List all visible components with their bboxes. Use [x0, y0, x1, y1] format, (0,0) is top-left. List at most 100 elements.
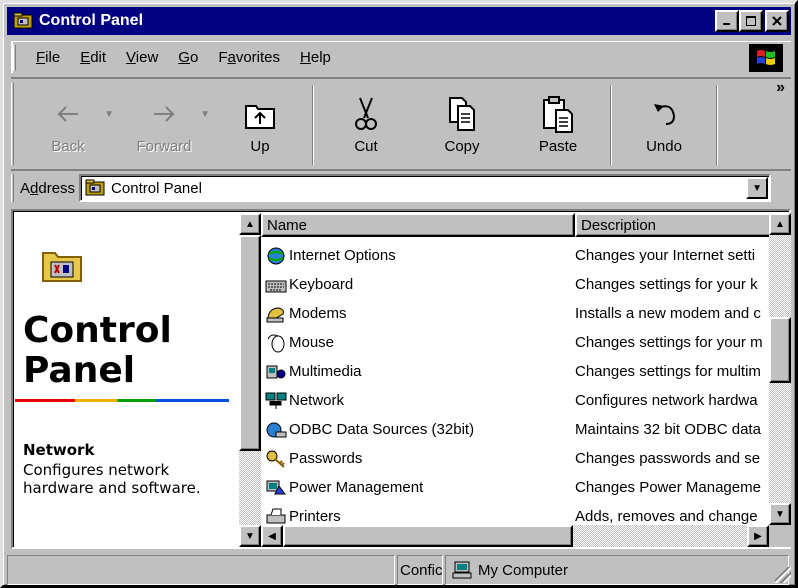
menu-bar: File Edit View Go Favorites Help [11, 41, 791, 73]
list-item-description: Maintains 32 bit ODBC data [575, 421, 761, 438]
menu-edit[interactable]: Edit [70, 49, 116, 66]
list-item[interactable]: Network Configures network hardwa [261, 386, 769, 415]
list-item[interactable]: Multimedia Changes settings for multim [261, 357, 769, 386]
column-header-description[interactable]: Description [575, 213, 769, 237]
minimize-icon [723, 23, 730, 25]
menu-view[interactable]: View [116, 49, 168, 66]
list-item-description: Configures network hardwa [575, 392, 758, 409]
menu-file[interactable]: File [26, 49, 70, 66]
list-header: Name Description [261, 213, 769, 237]
scroll-trough[interactable] [769, 235, 791, 317]
scroll-trough[interactable] [239, 451, 261, 525]
internet-options-icon [265, 246, 287, 266]
menu-go[interactable]: Go [168, 49, 208, 66]
list-item[interactable]: Passwords Changes passwords and se [261, 444, 769, 473]
toolbar-separator [716, 85, 718, 165]
scroll-thumb[interactable] [239, 235, 261, 451]
list-horizontal-scrollbar[interactable]: ◀ ▶ [261, 525, 769, 547]
back-dropdown-icon[interactable]: ▼ [104, 109, 114, 120]
forward-button[interactable]: Forward ▼ [116, 79, 212, 163]
scroll-thumb[interactable] [769, 317, 791, 383]
list-item-name: Mouse [261, 333, 569, 353]
scissors-icon [355, 97, 377, 130]
scroll-down-button[interactable]: ▼ [769, 503, 791, 525]
up-button[interactable]: Up [212, 79, 308, 163]
minimize-button[interactable] [715, 10, 739, 32]
my-computer-icon [452, 561, 472, 579]
content-area: Control Panel Network Configures network … [11, 209, 791, 549]
toolbar-separator [610, 85, 612, 165]
paste-button[interactable]: Paste [510, 79, 606, 163]
scroll-trough[interactable] [769, 383, 791, 503]
list-item-description: Changes settings for your k [575, 276, 758, 293]
list-rows: Internet Options Changes your Internet se… [261, 241, 769, 525]
menu-favorites[interactable]: Favorites [208, 49, 290, 66]
keyboard-icon [265, 275, 287, 295]
status-zone: My Computer [445, 555, 789, 585]
odbc-icon [265, 420, 287, 440]
scroll-up-button[interactable]: ▲ [239, 213, 261, 235]
list-item-name: Network [261, 391, 569, 411]
maximize-button[interactable] [739, 10, 763, 32]
list-item-description: Changes settings for your m [575, 334, 763, 351]
list-item[interactable]: Internet Options Changes your Internet se… [261, 241, 769, 270]
menubar-grip[interactable] [13, 44, 16, 71]
list-item-description: Adds, removes and change [575, 508, 758, 525]
list-item-name: Printers [261, 507, 569, 525]
address-dropdown-button[interactable]: ▼ [746, 177, 769, 199]
modem-icon [265, 304, 287, 324]
arrow-down-icon: ▼ [245, 530, 255, 542]
list-item-description: Installs a new modem and c [575, 305, 761, 322]
close-button[interactable] [765, 10, 789, 32]
list-item[interactable]: Power Management Changes Power Manageme [261, 473, 769, 502]
scrollbar-corner [769, 525, 791, 547]
list-item-description: Changes Power Manageme [575, 479, 761, 496]
scroll-up-button[interactable]: ▲ [769, 213, 791, 235]
info-pane-title: Control Panel [23, 310, 172, 391]
copy-icon [449, 97, 475, 131]
menu-help[interactable]: Help [290, 49, 341, 66]
info-pane: Control Panel Network Configures network … [15, 213, 239, 547]
control-panel-folder-icon [42, 252, 82, 282]
network-icon [265, 391, 287, 411]
list-item[interactable]: Modems Installs a new modem and c [261, 299, 769, 328]
address-input[interactable]: Control Panel ▼ [79, 174, 772, 202]
toolbar-more-chevron-icon[interactable]: » [776, 79, 785, 97]
scroll-trough[interactable] [573, 525, 747, 547]
scroll-down-button[interactable]: ▼ [239, 525, 261, 547]
toolbar-grip[interactable] [11, 83, 14, 165]
list-vertical-scrollbar[interactable]: ▲ ▼ [769, 213, 791, 525]
list-item-description: Changes your Internet setti [575, 247, 756, 264]
list-item[interactable]: Mouse Changes settings for your m [261, 328, 769, 357]
resize-grip[interactable] [775, 567, 791, 583]
control-panel-icon [13, 12, 33, 30]
status-text [7, 555, 395, 585]
column-header-name[interactable]: Name [261, 213, 575, 237]
list-item-description: Changes settings for multim [575, 363, 761, 380]
list-item[interactable]: ODBC Data Sources (32bit) Maintains 32 bi… [261, 415, 769, 444]
list-item[interactable]: Printers Adds, removes and change [261, 502, 769, 525]
cut-button[interactable]: Cut [318, 79, 414, 163]
list-item-name: Modems [261, 304, 569, 324]
scroll-thumb[interactable] [283, 525, 573, 547]
address-label: Address [20, 179, 76, 197]
arrow-left-icon: ◀ [268, 530, 276, 542]
list-item[interactable]: Keyboard Changes settings for your k [261, 270, 769, 299]
control-panel-icon [85, 179, 105, 196]
scroll-right-button[interactable]: ▶ [747, 525, 769, 547]
control-panel-window: Control Panel File Edit View Go Favorite… [0, 0, 798, 588]
undo-icon [654, 104, 676, 125]
title-bar[interactable]: Control Panel [7, 7, 791, 35]
multimedia-icon [265, 362, 287, 382]
arrow-up-icon: ▲ [775, 218, 785, 230]
scroll-left-button[interactable]: ◀ [261, 525, 283, 547]
close-icon [772, 16, 782, 26]
passwords-icon [265, 449, 287, 469]
info-pane-scrollbar[interactable]: ▲ ▼ [239, 213, 261, 547]
undo-button[interactable]: Undo [616, 79, 712, 163]
addressbar-grip[interactable] [11, 174, 14, 202]
back-button[interactable]: Back ▼ [20, 79, 116, 163]
address-value: Control Panel [111, 179, 202, 197]
forward-dropdown-icon[interactable]: ▼ [200, 109, 210, 120]
copy-button[interactable]: Copy [414, 79, 510, 163]
